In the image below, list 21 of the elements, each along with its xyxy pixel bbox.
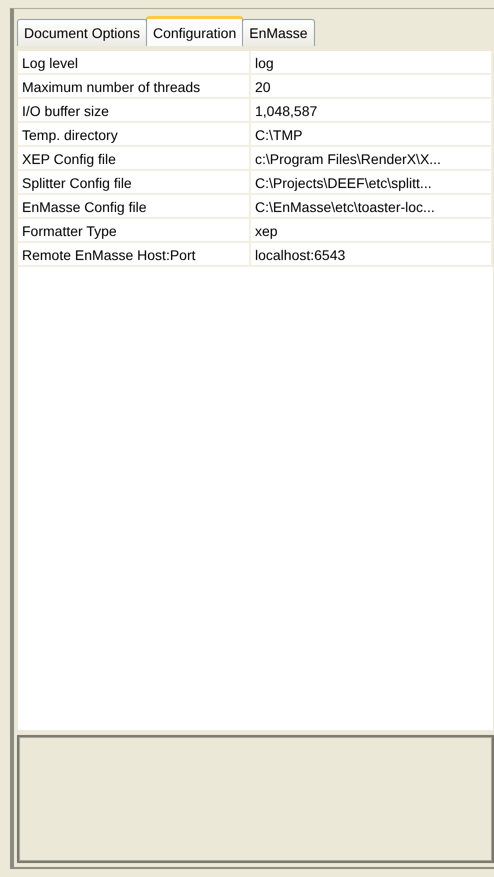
property-name: Temp. directory	[18, 123, 251, 147]
property-value[interactable]: C:\Projects\DEEF\etc\splitt...	[251, 171, 493, 195]
property-value[interactable]: 20	[251, 75, 493, 99]
property-name: Maximum number of threads	[18, 75, 251, 99]
property-name: EnMasse Config file	[18, 195, 251, 219]
property-value[interactable]: localhost:6543	[251, 243, 493, 267]
tab[interactable]: EnMasse	[242, 19, 315, 46]
property-name: Formatter Type	[18, 219, 251, 243]
property-value[interactable]: log	[251, 51, 493, 75]
property-name: Remote EnMasse Host:Port	[18, 243, 251, 267]
property-value[interactable]: c:\Program Files\RenderX\X...	[251, 147, 493, 171]
property-name: Splitter Config file	[18, 171, 251, 195]
property-value[interactable]: C:\TMP	[251, 123, 493, 147]
property-value[interactable]: 1,048,587	[251, 99, 493, 123]
property-name: Log level	[18, 51, 251, 75]
property-value[interactable]: C:\EnMasse\etc\toaster-loc...	[251, 195, 493, 219]
property-name: XEP Config file	[18, 147, 251, 171]
tab[interactable]: Configuration	[146, 16, 244, 46]
tab[interactable]: Document Options	[17, 19, 147, 46]
property-name: I/O buffer size	[18, 99, 251, 123]
property-value[interactable]: xep	[251, 219, 493, 243]
